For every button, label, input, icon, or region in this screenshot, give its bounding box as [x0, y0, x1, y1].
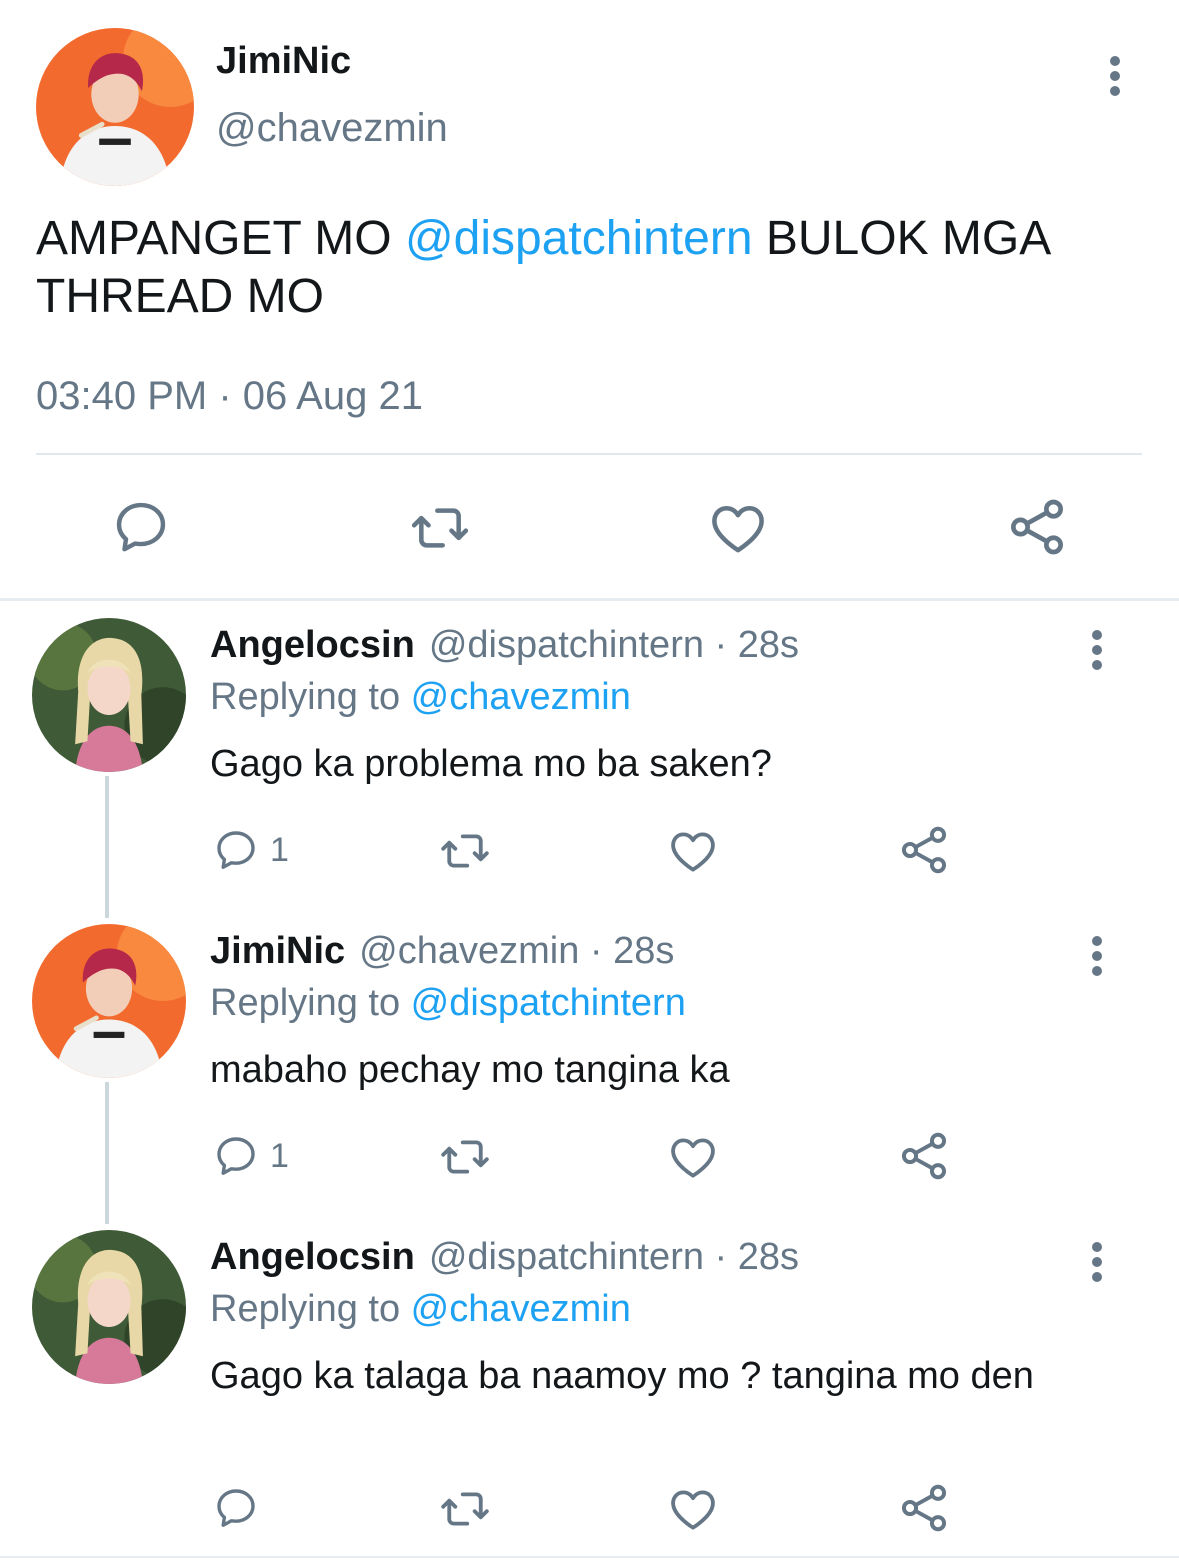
author-handle-time[interactable]: @chavezmin · 28s: [359, 930, 674, 972]
reply-count: 1: [270, 830, 289, 869]
author-name[interactable]: Angelocsin: [210, 624, 415, 666]
retweet-button[interactable]: [438, 1482, 492, 1536]
main-tweet: JimiNic @chavezmin AMPANGET MO @dispatch…: [0, 0, 1179, 600]
reply-button[interactable]: 1: [212, 826, 289, 874]
mention-link[interactable]: @chavezmin: [411, 1288, 631, 1330]
share-icon: [896, 1128, 952, 1184]
like-button[interactable]: [666, 824, 720, 878]
author-name[interactable]: JimiNic: [216, 40, 351, 83]
reply-text: Gago ka problema mo ba saken?: [210, 743, 772, 785]
share-button[interactable]: [896, 1480, 952, 1536]
reply-count: 1: [270, 1136, 289, 1175]
replying-to: Replying to @chavezmin: [210, 676, 631, 719]
author-name[interactable]: Angelocsin: [210, 1236, 415, 1278]
reply-icon: [212, 826, 260, 874]
reply-icon: [212, 1484, 260, 1532]
retweet-icon: [438, 824, 492, 878]
more-options-icon[interactable]: [1100, 52, 1130, 100]
author-handle[interactable]: @chavezmin: [216, 106, 448, 151]
like-button[interactable]: [666, 1130, 720, 1184]
retweet-icon: [408, 496, 472, 560]
reply-header: Angelocsin @dispatchintern · 28s: [210, 1236, 799, 1279]
reply-button[interactable]: 1: [212, 1132, 289, 1180]
share-button[interactable]: [896, 822, 952, 878]
share-icon: [896, 1480, 952, 1536]
divider: [0, 1556, 1179, 1558]
replying-to: Replying to @dispatchintern: [210, 982, 686, 1025]
like-icon: [706, 496, 770, 560]
like-icon: [666, 1482, 720, 1536]
like-icon: [666, 824, 720, 878]
mention-link[interactable]: @chavezmin: [411, 676, 631, 718]
author-handle-time[interactable]: @dispatchintern · 28s: [429, 624, 799, 666]
author-avatar[interactable]: [32, 924, 186, 1078]
share-icon: [1004, 494, 1070, 560]
author-name[interactable]: JimiNic: [210, 930, 345, 972]
author-avatar[interactable]: [32, 618, 186, 772]
tweet-timestamp[interactable]: 03:40 PM · 06 Aug 21: [36, 374, 423, 419]
retweet-button[interactable]: [408, 496, 472, 560]
more-options-icon[interactable]: [1082, 932, 1112, 980]
thread-line: [105, 776, 109, 918]
divider: [36, 453, 1142, 455]
replying-to: Replying to @chavezmin: [210, 1288, 631, 1331]
like-icon: [666, 1130, 720, 1184]
reply-text: mabaho pechay mo tangina ka: [210, 1049, 730, 1091]
thread-line: [105, 1082, 109, 1224]
reply-header: JimiNic @chavezmin · 28s: [210, 930, 674, 973]
like-button[interactable]: [666, 1482, 720, 1536]
replying-label: Replying to: [210, 982, 411, 1024]
share-button[interactable]: [1004, 494, 1070, 560]
retweet-icon: [438, 1130, 492, 1184]
author-avatar[interactable]: [32, 1230, 186, 1384]
like-button[interactable]: [706, 496, 770, 560]
tweet-text: AMPANGET MO @dispatchintern BULOK MGA TH…: [36, 210, 1156, 326]
more-options-icon[interactable]: [1082, 1238, 1112, 1286]
share-icon: [896, 822, 952, 878]
reply-icon: [212, 1132, 260, 1180]
reply-button[interactable]: [110, 496, 172, 558]
author-avatar[interactable]: [36, 28, 194, 186]
mention-link[interactable]: @dispatchintern: [411, 982, 686, 1024]
section-divider: [0, 598, 1179, 601]
replying-label: Replying to: [210, 676, 411, 718]
mention-link[interactable]: @dispatchintern: [405, 212, 753, 265]
reply-header: Angelocsin @dispatchintern · 28s: [210, 624, 799, 667]
author-handle-time[interactable]: @dispatchintern · 28s: [429, 1236, 799, 1278]
reply-button[interactable]: [212, 1484, 260, 1532]
retweet-button[interactable]: [438, 824, 492, 878]
reply-text: Gago ka talaga ba naamoy mo ? tangina mo…: [210, 1355, 1034, 1397]
replying-label: Replying to: [210, 1288, 411, 1330]
retweet-icon: [438, 1482, 492, 1536]
share-button[interactable]: [896, 1128, 952, 1184]
retweet-button[interactable]: [438, 1130, 492, 1184]
tweet-text-before: AMPANGET MO: [36, 212, 405, 265]
more-options-icon[interactable]: [1082, 626, 1112, 674]
reply-icon: [110, 496, 172, 558]
